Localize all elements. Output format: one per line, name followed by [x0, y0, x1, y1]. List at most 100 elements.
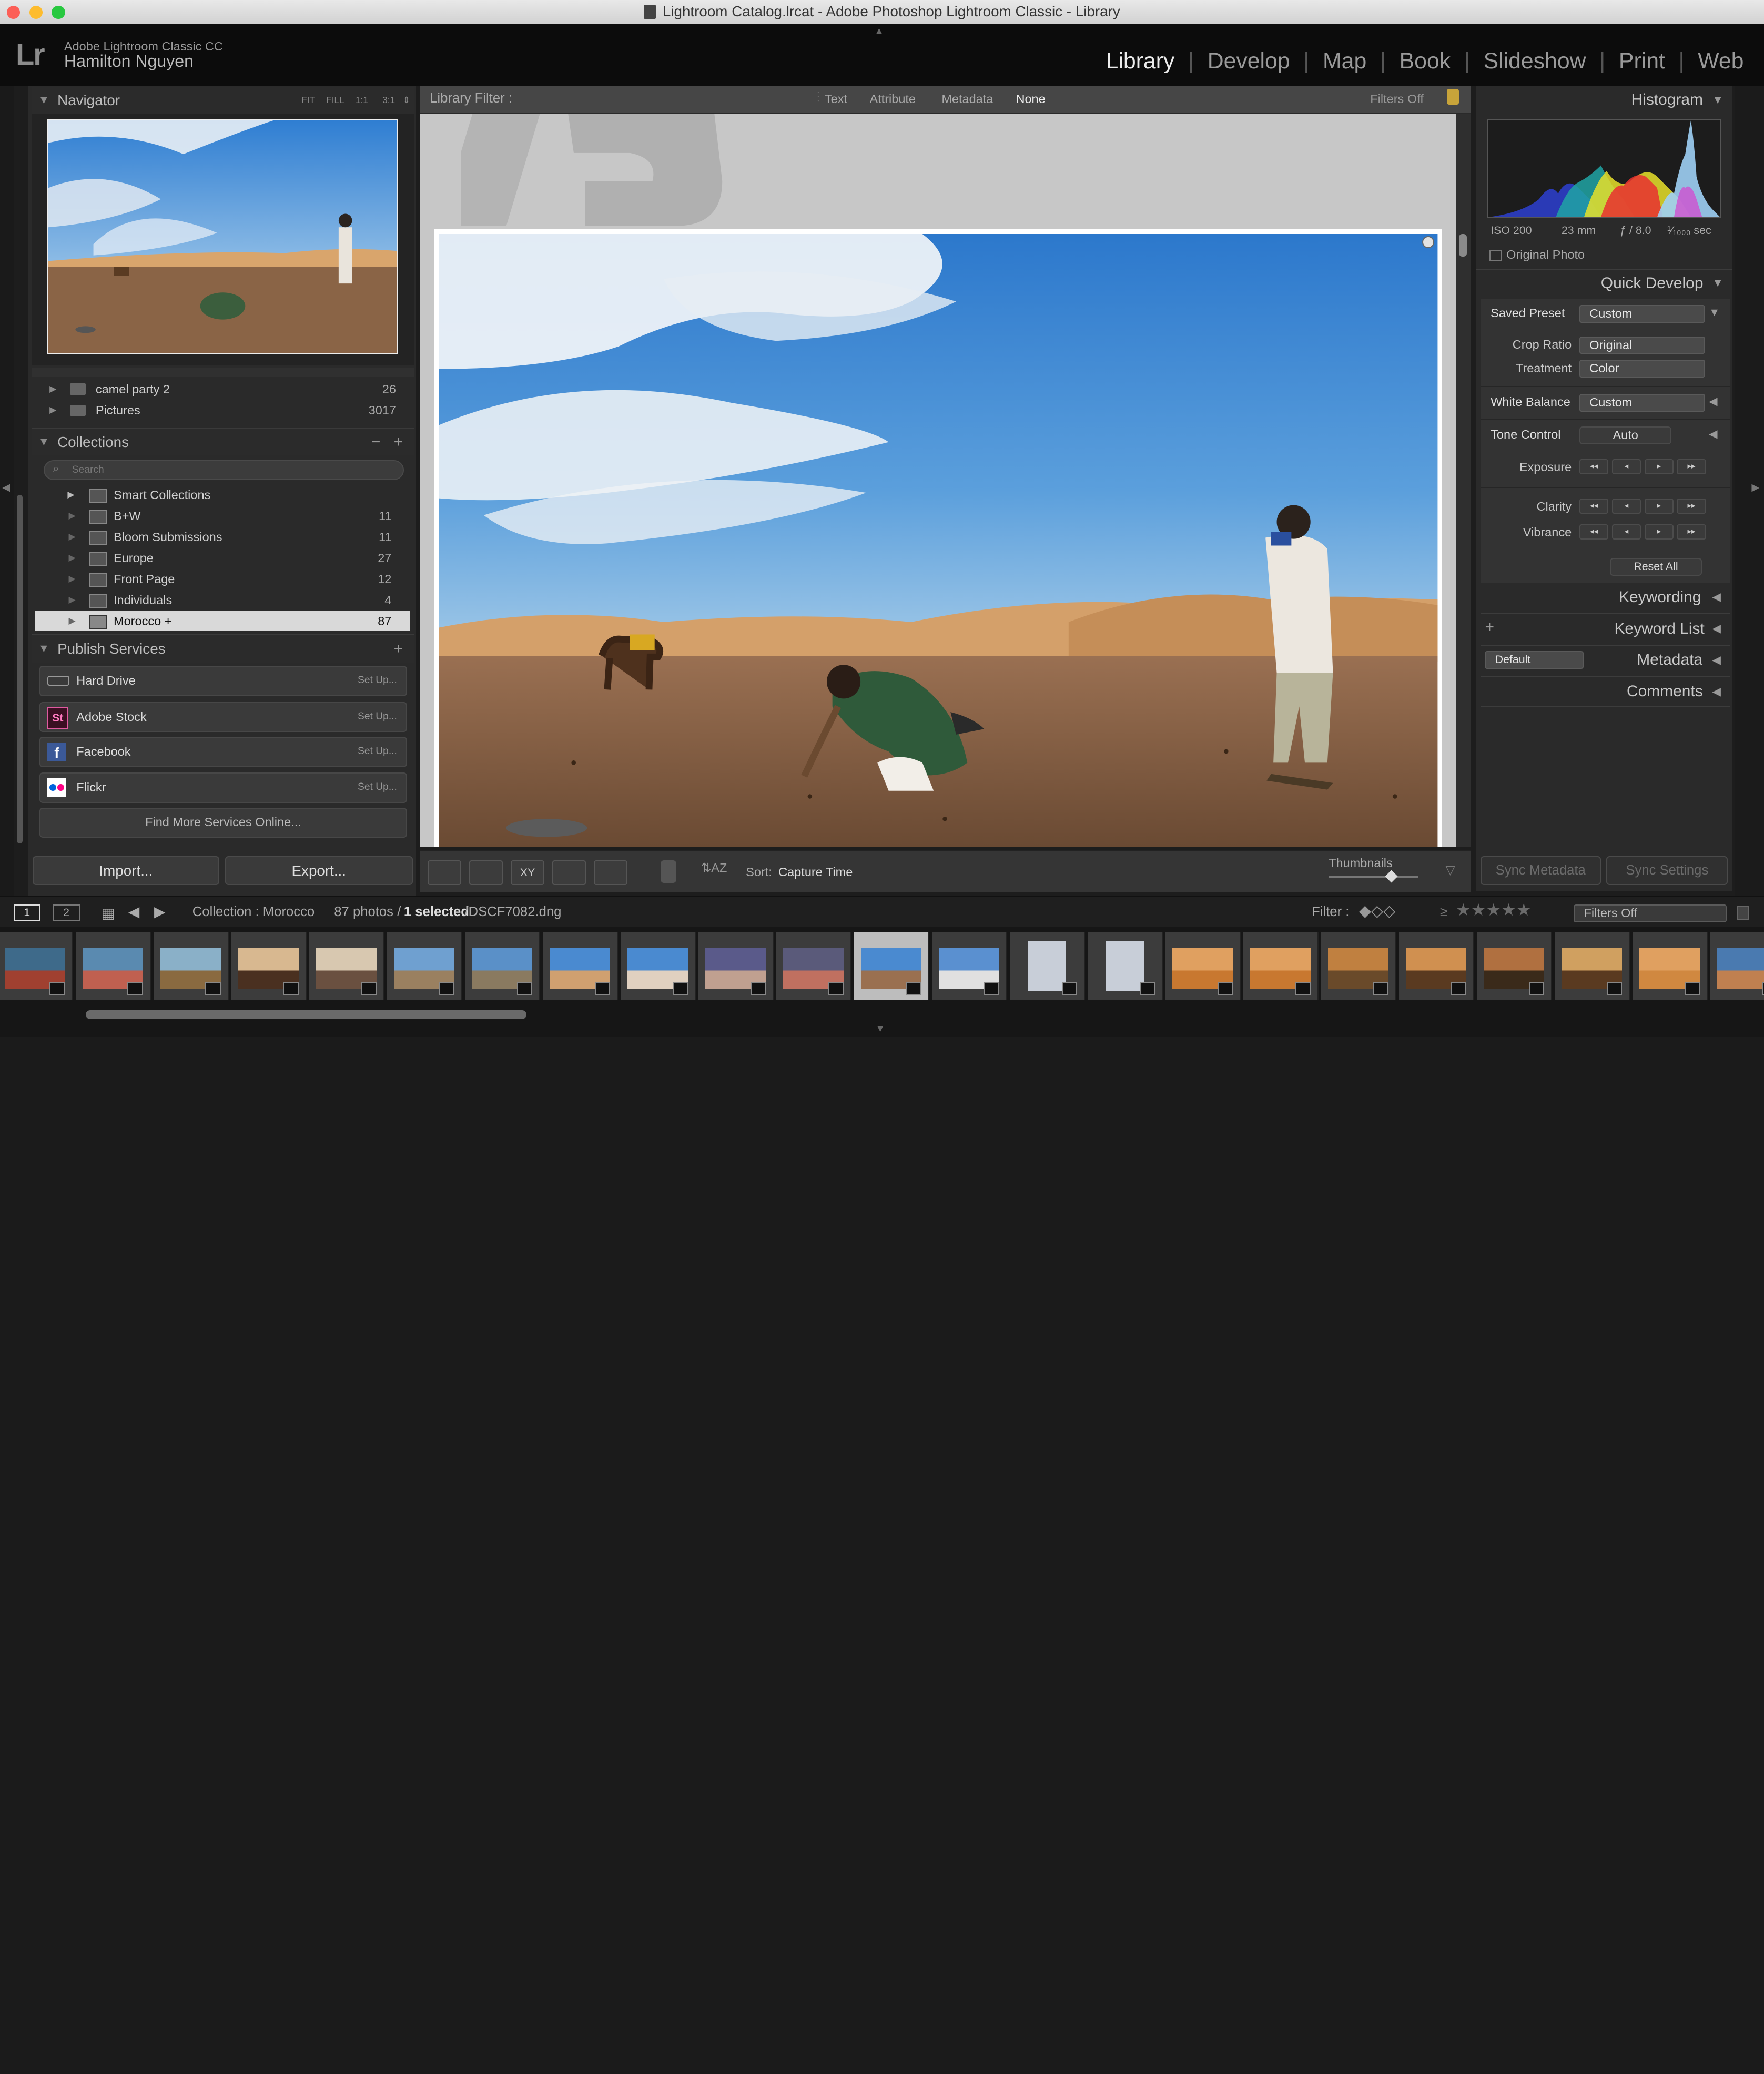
- collection-row[interactable]: ▶ Bloom Submissions 11: [35, 527, 409, 547]
- module-book[interactable]: Book: [1393, 48, 1457, 74]
- zoom-fill[interactable]: FILL: [326, 87, 344, 114]
- filter-preset-dropdown[interactable]: Filters Off: [1370, 92, 1423, 106]
- expand-triangle-icon[interactable]: ◀: [1709, 395, 1717, 408]
- collection-row[interactable]: ▶ B+W 11: [35, 506, 409, 526]
- loupe-photo-frame[interactable]: [434, 229, 1443, 847]
- expand-triangle-icon[interactable]: ▶: [68, 506, 75, 526]
- remove-collection-button[interactable]: −: [371, 429, 380, 455]
- publish-service-facebook[interactable]: f Facebook Set Up...: [39, 737, 408, 767]
- keywording-title[interactable]: Keywording: [1619, 588, 1701, 606]
- forward-arrow-icon[interactable]: ▶: [154, 903, 165, 920]
- expand-triangle-icon[interactable]: ▶: [68, 590, 75, 611]
- zoom-1-1[interactable]: 1:1: [356, 87, 368, 114]
- expand-triangle-icon[interactable]: ◀: [1712, 622, 1721, 635]
- star-icon[interactable]: ★: [1486, 900, 1501, 919]
- rating-compare[interactable]: ≥: [1440, 904, 1447, 920]
- left-panel-scrollbar[interactable]: [17, 495, 23, 844]
- histogram-graph[interactable]: [1487, 119, 1721, 218]
- module-develop[interactable]: Develop: [1201, 48, 1297, 74]
- service-setup-link[interactable]: Set Up...: [358, 781, 397, 793]
- collection-row[interactable]: ▶ Europe 27: [35, 548, 409, 568]
- service-setup-link[interactable]: Set Up...: [358, 711, 397, 723]
- toolbar-menu-arrow-icon[interactable]: ▽: [1446, 862, 1455, 877]
- decrease-large-button[interactable]: ◂◂: [1579, 459, 1609, 475]
- folder-row[interactable]: ▶ camel party 2 26: [32, 379, 410, 400]
- collapse-right-arrow-icon[interactable]: ▶: [1751, 481, 1759, 494]
- filmstrip-thumbnail[interactable]: [1555, 932, 1630, 1000]
- service-setup-link[interactable]: Set Up...: [358, 675, 397, 686]
- expand-triangle-icon[interactable]: ▶: [49, 400, 56, 421]
- thumbnail-size-slider-knob[interactable]: [1385, 870, 1398, 883]
- find-more-services-button[interactable]: Find More Services Online...: [39, 807, 408, 838]
- decrease-small-button[interactable]: ◂: [1611, 498, 1641, 514]
- smart-collections-row[interactable]: ▶ Smart Collections: [35, 485, 409, 505]
- star-icon[interactable]: ★: [1456, 900, 1471, 919]
- publish-services-header[interactable]: ▼ Publish Services +: [31, 634, 414, 663]
- export-button[interactable]: Export...: [225, 856, 413, 886]
- grid-view-icon[interactable]: [427, 860, 461, 885]
- quick-develop-title[interactable]: Quick Develop: [1601, 274, 1704, 292]
- collapse-triangle-icon[interactable]: ▼: [1712, 94, 1724, 107]
- expand-triangle-icon[interactable]: ▶: [67, 485, 74, 505]
- sort-dropdown[interactable]: Capture Time: [778, 865, 853, 879]
- filmstrip-thumbnail[interactable]: [1321, 932, 1397, 1000]
- module-web[interactable]: Web: [1691, 48, 1750, 74]
- collapse-top-arrow-icon[interactable]: ▲: [874, 26, 884, 37]
- treatment-dropdown[interactable]: Color: [1579, 360, 1706, 378]
- publish-service-adobe-stock[interactable]: St Adobe Stock Set Up...: [39, 702, 408, 733]
- back-arrow-icon[interactable]: ◀: [128, 903, 139, 920]
- increase-large-button[interactable]: ▸▸: [1677, 524, 1706, 540]
- minimize-window-button[interactable]: [29, 5, 43, 19]
- lock-icon[interactable]: [1446, 88, 1459, 105]
- reset-all-button[interactable]: Reset All: [1609, 557, 1702, 576]
- service-setup-link[interactable]: Set Up...: [358, 746, 397, 757]
- increase-small-button[interactable]: ▸: [1644, 524, 1674, 540]
- collapse-bottom-arrow-icon[interactable]: ▼: [875, 1023, 885, 1035]
- filmstrip-filter-dropdown[interactable]: Filters Off: [1574, 904, 1727, 922]
- left-panel-edge[interactable]: [0, 85, 14, 927]
- white-balance-dropdown[interactable]: Custom: [1579, 393, 1706, 412]
- collapse-triangle-icon[interactable]: ▼: [1712, 277, 1724, 290]
- rating-filter-stars[interactable]: ★★★★★: [1456, 900, 1532, 920]
- increase-large-button[interactable]: ▸▸: [1677, 459, 1706, 475]
- collapse-triangle-icon[interactable]: ▼: [38, 635, 49, 662]
- selected-filename[interactable]: /DSCF7082.dng: [464, 904, 561, 920]
- keyword-list-title[interactable]: Keyword List: [1614, 620, 1704, 638]
- zoom-window-button[interactable]: [52, 5, 66, 19]
- original-photo-checkbox[interactable]: [1489, 249, 1502, 261]
- collapse-left-arrow-icon[interactable]: ◀: [2, 481, 10, 494]
- filmstrip-thumbnail[interactable]: [231, 932, 307, 1000]
- module-library[interactable]: Library: [1099, 48, 1181, 74]
- collection-row[interactable]: ▶ Morocco + 87: [35, 611, 410, 632]
- filmstrip-thumbnail[interactable]: [387, 932, 462, 1000]
- add-keyword-button[interactable]: +: [1485, 618, 1494, 636]
- filter-none[interactable]: None: [1016, 92, 1046, 106]
- collection-search-input[interactable]: [69, 462, 389, 478]
- filmstrip-thumbnail[interactable]: [0, 932, 73, 1000]
- filmstrip-thumbnail[interactable]: [1243, 932, 1319, 1000]
- filmstrip-thumbnail[interactable]: [620, 932, 696, 1000]
- filmstrip-thumbnail[interactable]: [931, 932, 1008, 1000]
- decrease-small-button[interactable]: ◂: [1611, 524, 1641, 540]
- zoom-fit[interactable]: FIT: [301, 87, 315, 114]
- loupe-scrollbar[interactable]: [1455, 114, 1471, 847]
- filmstrip-thumbnail[interactable]: [1399, 932, 1475, 1000]
- metadata-title[interactable]: Metadata: [1637, 651, 1702, 669]
- filmstrip-thumbnail[interactable]: [1477, 932, 1553, 1000]
- publish-service-hard-drive[interactable]: Hard Drive Set Up...: [39, 666, 408, 696]
- collapse-triangle-icon[interactable]: ▼: [38, 87, 49, 114]
- star-icon[interactable]: ★: [1501, 900, 1516, 919]
- collection-row[interactable]: ▶ Front Page 12: [35, 569, 409, 589]
- filmstrip-thumbnail[interactable]: [1009, 932, 1086, 1000]
- module-map[interactable]: Map: [1316, 48, 1373, 74]
- expand-triangle-icon[interactable]: ▶: [68, 569, 75, 589]
- filmstrip-thumbnail[interactable]: [1710, 932, 1764, 1000]
- filter-attribute[interactable]: Attribute: [869, 92, 916, 106]
- comments-title[interactable]: Comments: [1627, 683, 1703, 700]
- saved-preset-dropdown[interactable]: Custom: [1579, 304, 1706, 323]
- filter-metadata[interactable]: Metadata: [941, 92, 993, 106]
- thumbnail-size-slider[interactable]: [1329, 876, 1419, 879]
- zoom-3-1[interactable]: 3:1: [382, 87, 395, 114]
- filmstrip-thumbnail[interactable]: [309, 932, 384, 1000]
- filmstrip-thumbnail[interactable]: [542, 932, 619, 1000]
